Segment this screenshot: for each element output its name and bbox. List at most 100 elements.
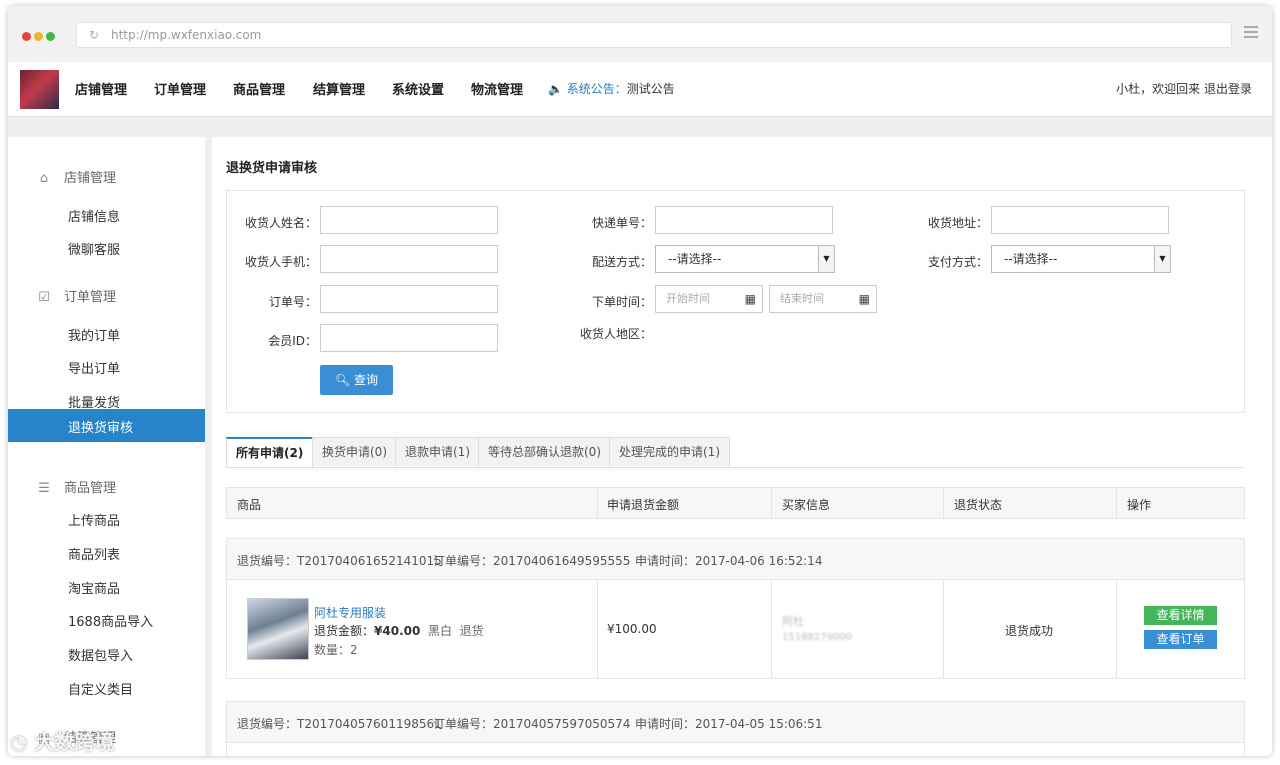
receiver-region-label: 收货人地区： bbox=[579, 327, 652, 341]
sidebar-item-shop-info[interactable]: 店铺信息 bbox=[68, 206, 120, 225]
notice-text[interactable]: 测试公告 bbox=[627, 82, 675, 96]
sidebar-group-label: 商品管理 bbox=[64, 481, 117, 496]
watermark: ◔ 大数跨境 bbox=[10, 726, 114, 755]
system-notice: 🔈 系统公告：测试公告 bbox=[548, 80, 675, 97]
top-navigation: 店铺管理 订单管理 商品管理 结算管理 系统设置 物流管理 🔈 系统公告：测试公… bbox=[8, 62, 1272, 117]
tab-exchange-requests[interactable]: 换货申请(0) bbox=[312, 437, 397, 466]
maximize-dot[interactable] bbox=[46, 32, 55, 41]
column-header-status: 退货状态 bbox=[954, 498, 1003, 512]
product-thumbnail[interactable] bbox=[247, 598, 309, 660]
member-id-input[interactable] bbox=[320, 324, 498, 352]
express-no-label: 快递单号： bbox=[591, 216, 652, 230]
sidebar-item-product-list[interactable]: 商品列表 bbox=[68, 544, 120, 563]
sidebar-item-upload-product[interactable]: 上传商品 bbox=[68, 510, 120, 529]
logout-link[interactable]: 退出登录 bbox=[1204, 82, 1252, 96]
refund-info: 退货金额：¥40.00 黑白 退货 bbox=[314, 622, 484, 639]
sidebar-item-1688-import[interactable]: 1688商品导入 bbox=[68, 611, 153, 630]
search-button-label: 查询 bbox=[354, 373, 379, 387]
menu-icon[interactable] bbox=[1244, 26, 1258, 41]
request-tabs: 所有申请(2) 换货申请(0) 退款申请(1) 等待总部确认退款(0) 处理完成… bbox=[226, 431, 1243, 468]
sidebar-item-label: 退换货审核 bbox=[68, 421, 134, 436]
calendar-icon[interactable]: ▦ bbox=[745, 286, 756, 312]
nav-settlement-management[interactable]: 结算管理 bbox=[313, 79, 365, 98]
nav-order-management[interactable]: 订单管理 bbox=[154, 79, 206, 98]
sidebar: ⌂ 店铺管理 店铺信息 微聊客服 ☑ 订单管理 我的订单 导出订单 批量发货 退换货… bbox=[8, 137, 205, 756]
order-no-label: 订单号： bbox=[268, 295, 317, 309]
close-dot[interactable] bbox=[22, 32, 31, 41]
sidebar-group-products[interactable]: ☰ 商品管理 bbox=[36, 477, 116, 496]
column-header-actions: 操作 bbox=[1127, 498, 1152, 512]
receiver-address-label: 收货地址： bbox=[927, 216, 988, 230]
chevron-down-icon: ▼ bbox=[1154, 246, 1170, 272]
minimize-dot[interactable] bbox=[34, 32, 43, 41]
user-greeting: 小杜，欢迎回来 退出登录 bbox=[1116, 80, 1252, 97]
start-time-input[interactable]: 开始时间 ▦ bbox=[655, 285, 763, 313]
sidebar-item-return-review[interactable]: 退换货审核 bbox=[8, 409, 205, 442]
address-bar[interactable]: ↻ http://mp.wxfenxiao.com bbox=[76, 22, 1232, 48]
column-header-buyer: 买家信息 bbox=[782, 498, 831, 512]
sidebar-item-taobao-products[interactable]: 淘宝商品 bbox=[68, 578, 120, 597]
return-status: 退货成功 bbox=[1005, 624, 1054, 638]
chevron-down-icon: ▼ bbox=[818, 246, 834, 272]
product-quantity: 数量：2 bbox=[314, 643, 358, 657]
clipboard-check-icon: ☑ bbox=[38, 290, 50, 305]
column-header-amount: 申请退货金额 bbox=[607, 498, 680, 512]
sidebar-item-package-import[interactable]: 数据包导入 bbox=[68, 645, 133, 664]
sidebar-item-export-orders[interactable]: 导出订单 bbox=[68, 358, 120, 377]
end-time-input[interactable]: 结束时间 ▦ bbox=[769, 285, 877, 313]
nav-logistics-management[interactable]: 物流管理 bbox=[471, 79, 523, 98]
view-details-button[interactable]: 查看详情 bbox=[1144, 606, 1217, 625]
receiver-address-input[interactable] bbox=[991, 206, 1169, 234]
search-icon: 🔍︎ bbox=[334, 373, 351, 387]
order-no-input[interactable] bbox=[320, 285, 498, 313]
view-order-button[interactable]: 查看订单 bbox=[1144, 630, 1217, 649]
tab-completed-requests[interactable]: 处理完成的申请(1) bbox=[609, 437, 730, 466]
delivery-method-value: --请选择-- bbox=[668, 252, 722, 266]
watermark-icon: ◔ bbox=[10, 730, 28, 754]
return-number: 退货编号：T201704061652141015 bbox=[237, 554, 442, 568]
receiver-name-input[interactable] bbox=[320, 206, 498, 234]
filter-panel: 收货人姓名： 快递单号： 收货地址： 收货人手机： 配送方式： --请选择-- ▼… bbox=[226, 190, 1245, 413]
return-record: 退货编号：T201704057601198561 订单编号：2017040575… bbox=[226, 701, 1245, 756]
sidebar-group-orders[interactable]: ☑ 订单管理 bbox=[36, 286, 116, 305]
order-time-label: 下单时间： bbox=[591, 295, 652, 309]
sidebar-item-my-orders[interactable]: 我的订单 bbox=[68, 325, 120, 344]
pay-method-value: --请选择-- bbox=[1004, 252, 1058, 266]
sidebar-item-chat-service[interactable]: 微聊客服 bbox=[68, 239, 120, 258]
page-title: 退换货申请审核 bbox=[226, 161, 318, 176]
table-header: 商品 申请退货金额 买家信息 退货状态 操作 bbox=[226, 487, 1245, 519]
search-button[interactable]: 🔍︎ 查询 bbox=[320, 365, 393, 395]
return-number: 退货编号：T201704057601198561 bbox=[237, 717, 442, 731]
receiver-phone-input[interactable] bbox=[320, 245, 498, 273]
sidebar-group-shop[interactable]: ⌂ 店铺管理 bbox=[36, 167, 116, 186]
shop-logo[interactable] bbox=[20, 70, 59, 109]
order-number: 订单编号：201704057597050574 bbox=[433, 717, 631, 731]
nav-shop-management[interactable]: 店铺管理 bbox=[75, 79, 127, 98]
main-content: 退换货申请审核 收货人姓名： 快递单号： 收货地址： 收货人手机： 配送方式： … bbox=[212, 137, 1272, 756]
tab-awaiting-hq-refund[interactable]: 等待总部确认退款(0) bbox=[478, 437, 611, 466]
buyer-name: 阿杜 bbox=[782, 615, 804, 628]
pay-method-label: 支付方式： bbox=[927, 255, 988, 269]
welcome-text: 小杜，欢迎回来 bbox=[1116, 82, 1201, 96]
reload-icon[interactable]: ↻ bbox=[89, 23, 99, 47]
calendar-icon[interactable]: ▦ bbox=[859, 286, 870, 312]
delivery-method-select[interactable]: --请选择-- ▼ bbox=[655, 245, 835, 273]
watermark-text: 大数跨境 bbox=[34, 730, 115, 754]
nav-system-settings[interactable]: 系统设置 bbox=[392, 79, 444, 98]
tab-all-requests[interactable]: 所有申请(2) bbox=[226, 437, 314, 467]
apply-time: 申请时间：2017-04-05 15:06:51 bbox=[635, 717, 823, 731]
browser-window: ↻ http://mp.wxfenxiao.com 店铺管理 订单管理 商品管理… bbox=[8, 6, 1272, 756]
express-no-input[interactable] bbox=[655, 206, 833, 234]
sidebar-item-custom-category[interactable]: 自定义类目 bbox=[68, 679, 133, 698]
speaker-icon: 🔈 bbox=[548, 82, 563, 96]
nav-product-management[interactable]: 商品管理 bbox=[233, 79, 285, 98]
browser-chrome: ↻ http://mp.wxfenxiao.com bbox=[8, 6, 1272, 62]
notice-label: 系统公告： bbox=[566, 82, 627, 96]
product-name-link[interactable]: 阿杜专用服装 bbox=[314, 604, 386, 621]
tab-refund-requests[interactable]: 退款申请(1) bbox=[395, 437, 480, 466]
order-number: 订单编号：201704061649595555 bbox=[433, 554, 631, 568]
pay-method-select[interactable]: --请选择-- ▼ bbox=[991, 245, 1171, 273]
return-type: 退货 bbox=[459, 624, 484, 638]
end-time-placeholder: 结束时间 bbox=[780, 292, 824, 305]
window-controls bbox=[22, 30, 58, 44]
